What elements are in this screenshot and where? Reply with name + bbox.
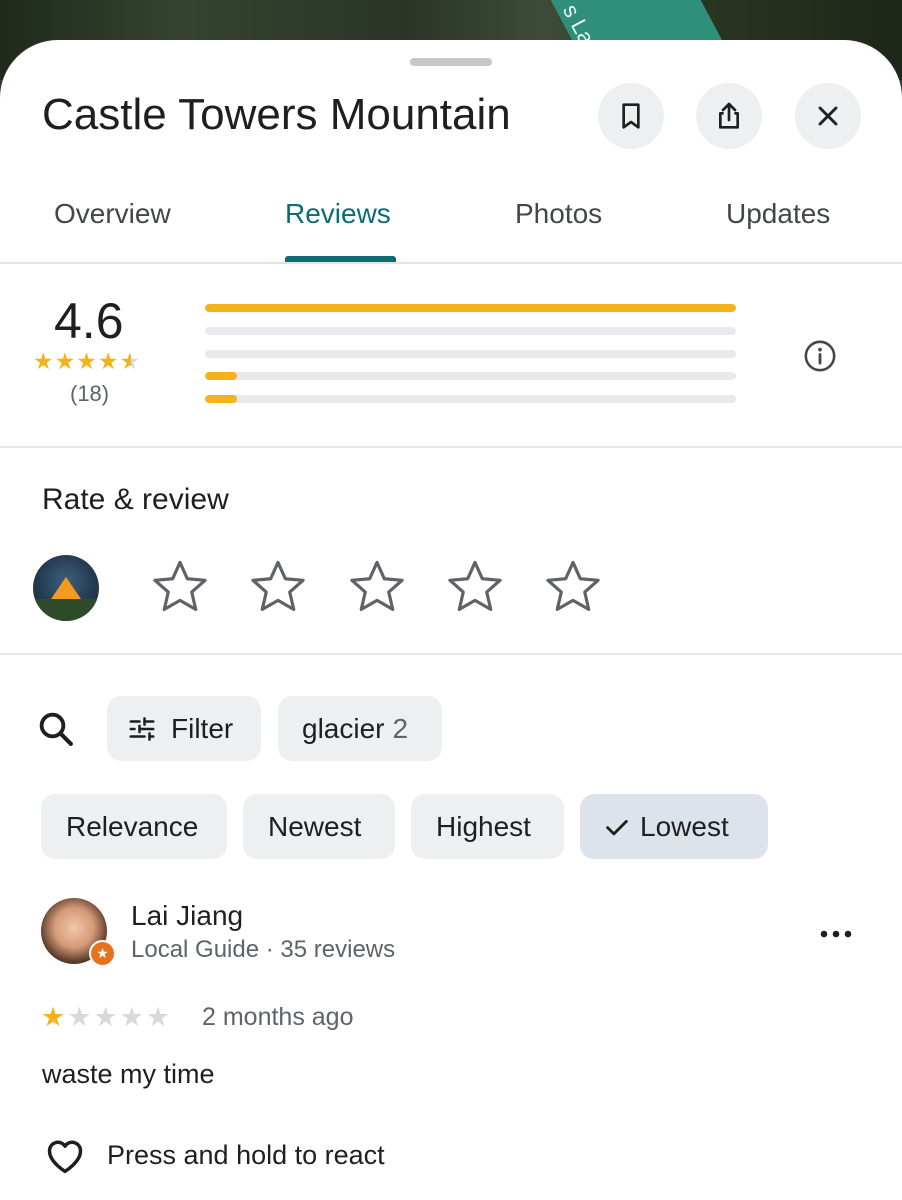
search-icon[interactable]	[35, 708, 77, 750]
check-icon	[606, 819, 628, 835]
star-icon: ★	[67, 1002, 92, 1032]
rating-bar-1	[205, 395, 736, 403]
reviewer-name[interactable]: Lai Jiang	[131, 900, 243, 932]
rating-bar-5	[205, 304, 736, 312]
save-button[interactable]	[598, 83, 664, 149]
rate-star-5[interactable]	[541, 555, 605, 619]
info-icon[interactable]	[803, 339, 837, 373]
filter-label: Filter	[171, 712, 234, 744]
close-icon	[818, 106, 838, 126]
more-options-icon[interactable]	[818, 920, 854, 948]
star-icon: ★	[119, 1002, 144, 1032]
star-icon: ★	[41, 1002, 66, 1032]
rating-bar-fill	[205, 372, 237, 380]
active-tab-indicator	[285, 256, 396, 262]
review-rating: ★ ★ ★ ★ ★	[41, 1002, 170, 1032]
tab-overview[interactable]: Overview	[54, 198, 171, 230]
star-icon: ★	[93, 1002, 118, 1032]
reviewer-meta: Local Guide · 35 reviews	[131, 936, 396, 963]
star-icon: ★	[54, 348, 76, 374]
rate-star-4[interactable]	[443, 555, 507, 619]
tab-updates[interactable]: Updates	[726, 198, 830, 230]
sort-relevance[interactable]: Relevance	[41, 794, 227, 859]
sort-label: Highest	[436, 810, 531, 842]
sort-label: Relevance	[66, 810, 199, 842]
place-sheet: Castle Towers Mountain Overview Reviews …	[0, 40, 902, 1200]
rating-bar-4	[205, 327, 736, 335]
drag-handle[interactable]	[410, 58, 492, 66]
keyword-count: 2	[392, 712, 409, 744]
review-time: 2 months ago	[202, 1003, 354, 1031]
rate-star-3[interactable]	[345, 555, 409, 619]
share-button[interactable]	[696, 83, 762, 149]
rating-bar-2	[205, 372, 736, 380]
sort-lowest[interactable]: Lowest	[580, 794, 768, 859]
page-title: Castle Towers Mountain	[42, 90, 511, 139]
keyword-label: glacier	[302, 712, 385, 744]
close-button[interactable]	[795, 83, 861, 149]
rate-star-2[interactable]	[246, 555, 310, 619]
rating-bar-fill	[205, 304, 736, 312]
bookmark-icon	[622, 103, 640, 129]
user-avatar[interactable]	[33, 555, 99, 621]
sort-label: Newest	[268, 810, 362, 842]
rate-and-review: Rate & review	[0, 450, 902, 655]
sort-label: Lowest	[640, 810, 729, 842]
tune-icon	[129, 716, 155, 741]
star-icon: ★	[97, 348, 119, 374]
tab-reviews[interactable]: Reviews	[285, 198, 391, 230]
average-stars: ★ ★ ★ ★ ★	[33, 349, 140, 373]
star-icon: ★	[33, 348, 54, 374]
average-rating: 4.6	[54, 293, 124, 349]
tab-photos[interactable]: Photos	[515, 198, 602, 230]
review-count: (18)	[70, 381, 110, 406]
share-icon	[719, 102, 739, 129]
tab-bar: Overview Reviews Photos Updates	[0, 180, 902, 264]
half-star-icon: ★	[119, 348, 141, 374]
review-text: waste my time	[42, 1059, 215, 1089]
rate-star-1[interactable]	[148, 555, 212, 619]
star-icon: ★	[145, 1002, 171, 1032]
react-hint[interactable]: Press and hold to react	[107, 1140, 385, 1171]
heart-icon[interactable]	[43, 1135, 87, 1175]
filter-button[interactable]: Filter	[107, 696, 261, 761]
sort-highest[interactable]: Highest	[411, 794, 564, 859]
rate-review-title: Rate & review	[42, 483, 229, 516]
keyword-chip-glacier[interactable]: glacier 2	[278, 696, 442, 761]
sort-newest[interactable]: Newest	[243, 794, 395, 859]
rating-bar-3	[205, 350, 736, 358]
local-guide-star-icon: ★	[89, 940, 116, 967]
rating-bar-fill	[205, 395, 237, 403]
star-icon: ★	[76, 348, 97, 374]
rating-summary: 4.6 ★ ★ ★ ★ ★ (18)	[0, 265, 902, 448]
